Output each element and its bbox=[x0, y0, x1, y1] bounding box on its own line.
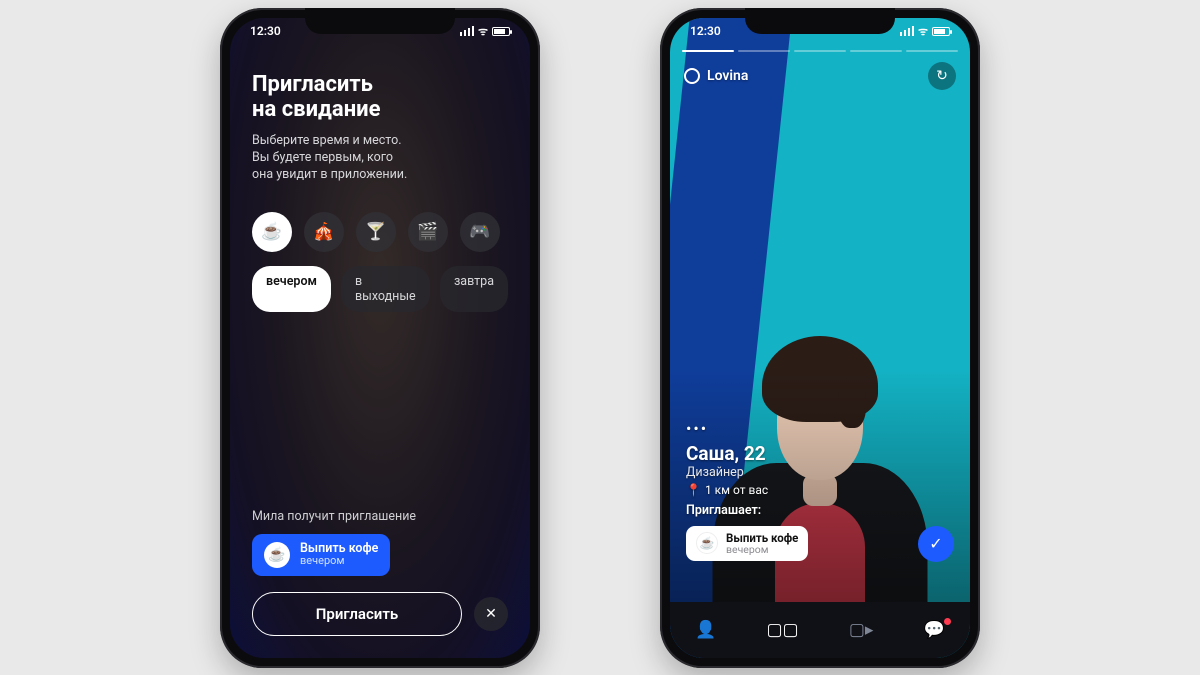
tab-video[interactable]: ▢▸ bbox=[849, 620, 874, 640]
close-icon: ✕ bbox=[485, 606, 497, 622]
tab-chat[interactable]: 💬 bbox=[924, 620, 945, 640]
story-segment bbox=[906, 50, 958, 53]
profile-role: Дизайнер bbox=[686, 465, 954, 480]
status-icons: ᯤ bbox=[460, 24, 510, 39]
screen-profile: 12:30 ᯤ Lovina ↻ ••• Саша, bbox=[670, 18, 970, 658]
story-segment bbox=[794, 50, 846, 53]
status-time: 12:30 bbox=[250, 24, 281, 39]
invite-preview-title: Выпить кофе bbox=[300, 542, 378, 556]
profile-photo[interactable] bbox=[670, 18, 970, 658]
time-option-weekend[interactable]: в выходные bbox=[341, 266, 430, 312]
brand: Lovina bbox=[684, 68, 748, 84]
drinks-icon: 🍸 bbox=[365, 222, 386, 242]
battery-icon bbox=[492, 27, 510, 36]
notch bbox=[305, 8, 455, 34]
coffee-icon: ☕ bbox=[261, 222, 282, 242]
invite-button[interactable]: Пригласить bbox=[252, 592, 462, 636]
activity-option-games[interactable]: 🎮 bbox=[460, 212, 500, 252]
cards-icon: ▢▢ bbox=[767, 620, 799, 640]
story-progress[interactable] bbox=[682, 50, 958, 53]
pin-icon: 📍 bbox=[686, 483, 701, 497]
status-icons: ᯤ bbox=[900, 24, 950, 39]
invite-preview-card: ☕ Выпить кофе вечером bbox=[252, 534, 390, 576]
recipient-hint: Мила получит приглашение bbox=[252, 509, 508, 524]
tab-profile[interactable]: 👤 bbox=[695, 620, 716, 640]
page-title: Пригласить на свидание bbox=[252, 72, 508, 124]
signal-icon bbox=[460, 26, 474, 36]
story-segment bbox=[682, 50, 734, 53]
activity-option-movie[interactable]: 🎬 bbox=[408, 212, 448, 252]
time-picker: вечером в выходные завтра bbox=[252, 266, 508, 312]
close-button[interactable]: ✕ bbox=[474, 597, 508, 631]
tab-bar: 👤 ▢▢ ▢▸ 💬 bbox=[670, 602, 970, 658]
more-button[interactable]: ••• bbox=[686, 419, 954, 438]
refresh-icon: ↻ bbox=[936, 68, 948, 84]
activity-picker: ☕ 🎪 🍸 🎬 🎮 🎸 bbox=[252, 212, 508, 252]
person-icon: 👤 bbox=[695, 620, 716, 640]
incoming-invite-time: вечером bbox=[726, 544, 798, 555]
phone-frame-left: 12:30 ᯤ Пригласить на свидание Выберите … bbox=[220, 8, 540, 668]
invite-preview-time: вечером bbox=[300, 555, 378, 567]
wifi-icon: ᯤ bbox=[478, 24, 488, 39]
story-segment bbox=[850, 50, 902, 53]
check-icon: ✓ bbox=[929, 534, 942, 553]
video-icon: ▢▸ bbox=[849, 620, 874, 640]
movie-icon: 🎬 bbox=[417, 222, 438, 242]
brand-logo-icon bbox=[684, 68, 700, 84]
activity-option-drinks[interactable]: 🍸 bbox=[356, 212, 396, 252]
notch bbox=[745, 8, 895, 34]
activity-option-fair[interactable]: 🎪 bbox=[304, 212, 344, 252]
signal-icon bbox=[900, 26, 914, 36]
chat-icon: 💬 bbox=[924, 620, 945, 640]
status-time: 12:30 bbox=[690, 24, 721, 39]
fair-icon: 🎪 bbox=[313, 222, 334, 242]
brand-name: Lovina bbox=[707, 68, 748, 84]
wifi-icon: ᯤ bbox=[918, 24, 928, 39]
battery-icon bbox=[932, 27, 950, 36]
story-segment bbox=[738, 50, 790, 53]
coffee-icon: ☕ bbox=[696, 532, 718, 554]
time-option-evening[interactable]: вечером bbox=[252, 266, 331, 312]
games-icon: 🎮 bbox=[469, 222, 490, 242]
tab-cards[interactable]: ▢▢ bbox=[767, 620, 799, 640]
page-subtitle: Выберите время и место. Вы будете первым… bbox=[252, 133, 508, 184]
accept-button[interactable]: ✓ bbox=[918, 526, 954, 562]
notification-badge bbox=[944, 618, 951, 625]
time-option-tomorrow[interactable]: завтра bbox=[440, 266, 508, 312]
incoming-invite-card[interactable]: ☕ Выпить кофе вечером bbox=[686, 526, 808, 561]
phone-frame-right: 12:30 ᯤ Lovina ↻ ••• Саша, bbox=[660, 8, 980, 668]
invites-label: Приглашает: bbox=[686, 503, 954, 518]
profile-distance: 📍 1 км от вас bbox=[686, 483, 954, 497]
screen-invite: 12:30 ᯤ Пригласить на свидание Выберите … bbox=[230, 18, 530, 658]
profile-name-age: Саша, 22 bbox=[686, 442, 954, 465]
refresh-button[interactable]: ↻ bbox=[928, 62, 956, 90]
coffee-icon: ☕ bbox=[264, 542, 290, 568]
activity-option-coffee[interactable]: ☕ bbox=[252, 212, 292, 252]
